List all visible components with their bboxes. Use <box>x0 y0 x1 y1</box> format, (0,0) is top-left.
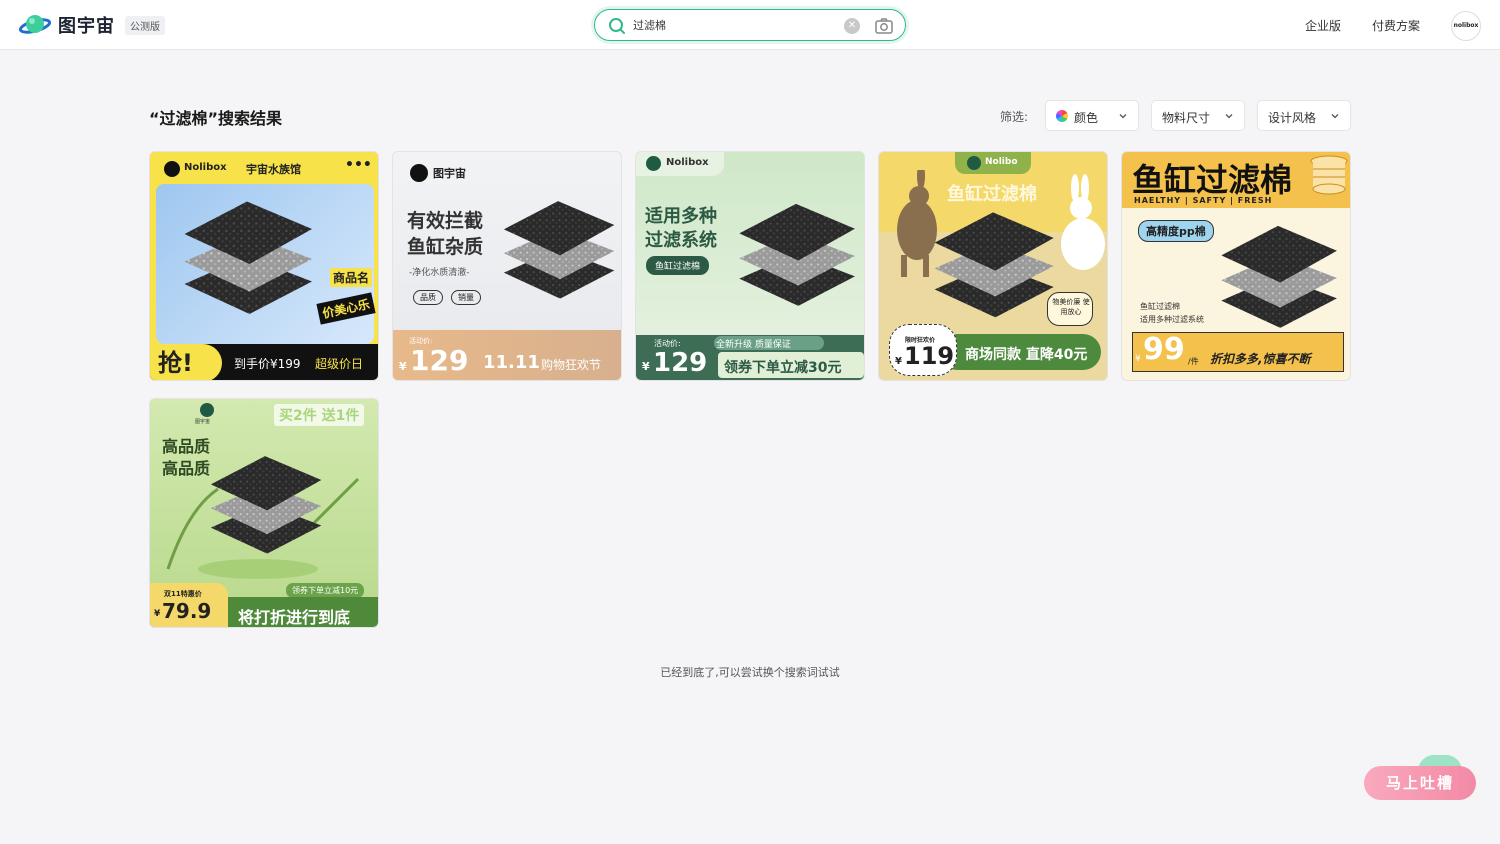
pill-label: 鱼缸过滤棉 <box>646 256 710 275</box>
end-of-results-text: 已经到底了,可以尝试换个搜索词试试 <box>660 666 840 679</box>
event-number: 11.11 <box>483 352 540 373</box>
price-line: 到手价¥199 <box>234 357 301 371</box>
search-input[interactable] <box>633 15 833 35</box>
sponge-image <box>923 196 1063 336</box>
headline-1: 适用多种 <box>645 206 717 227</box>
beta-badge: 公测版 <box>125 15 165 35</box>
desc-2: 适用多种过滤系统 <box>1140 315 1204 324</box>
planet-logo-icon <box>18 15 52 34</box>
nav-enterprise-link[interactable]: 企业版 <box>1305 17 1341 34</box>
banner-text: 全新升级 质量保证 <box>716 340 791 350</box>
avatar[interactable]: nolibox <box>1451 11 1481 41</box>
sponge-image <box>172 184 322 334</box>
price: 119 <box>904 342 955 370</box>
currency: ¥ <box>399 360 407 373</box>
sponge-image <box>200 441 330 571</box>
currency: ¥ <box>154 609 161 619</box>
promo-label: 双11特惠价 <box>164 590 202 598</box>
brand-logo-icon <box>200 403 214 417</box>
filter-cartridge-icon <box>1310 155 1348 195</box>
more-dots-icon: ••• <box>345 157 372 173</box>
top-header: 图宇宙 公测版 ✕ 企业版 付费方案 nolibox <box>0 0 1500 50</box>
chevron-down-icon <box>1225 114 1233 119</box>
template-card-3[interactable]: Nolibox 适用多种 过滤系统 鱼缸过滤棉 全新升级 质量保证 活动价: ¥… <box>635 151 865 381</box>
filter-color-dropdown[interactable]: 颜色 <box>1045 100 1139 131</box>
product-tag: 商品名 <box>330 268 373 287</box>
price: 79.9 <box>162 599 212 623</box>
brand-logo-icon <box>410 164 428 182</box>
grab-label: 抢! <box>150 344 222 380</box>
price: 129 <box>653 348 708 378</box>
sub-line: -净化水质清澈- <box>409 268 470 278</box>
currency: ¥ <box>895 356 902 367</box>
filter-style-label: 设计风格 <box>1268 111 1317 125</box>
filter-size-dropdown[interactable]: 物料尺寸 <box>1151 100 1245 131</box>
offer-badge: 买2件 送1件 <box>274 404 365 426</box>
color-wheel-icon <box>1056 110 1068 122</box>
coupon-text: 领券下单立减10元 <box>286 583 365 598</box>
strip-text: 商场同款 直降40元 <box>965 347 1088 363</box>
strip-text: 将打折进行到底 <box>238 608 351 627</box>
tag-quality: 品质 <box>413 290 443 305</box>
price: 129 <box>410 344 469 377</box>
super-day: 超级价日 <box>315 357 364 371</box>
filter-color-label: 颜色 <box>1074 111 1099 125</box>
headline: 鱼缸过滤棉 <box>1132 161 1293 199</box>
search-box[interactable]: ✕ <box>594 9 906 41</box>
brand-name: Nolibox <box>666 157 709 168</box>
sponge-image <box>1210 210 1346 346</box>
filter-size-label: 物料尺寸 <box>1162 111 1211 125</box>
search-icon <box>609 18 625 34</box>
coupon-text: 领券下单立减30元 <box>724 360 842 376</box>
brand-name: Nolibo <box>985 157 1018 167</box>
chevron-down-icon <box>1119 114 1127 119</box>
headline-2: 过滤系统 <box>645 230 717 251</box>
template-card-2[interactable]: 图宇宙 有效拦截 鱼缸杂质 -净化水质清澈- 品质 销量 活动价: ¥ 129 … <box>392 151 622 381</box>
shop-name: 宇宙水族馆 <box>246 163 301 176</box>
desc-1: 鱼缸过滤棉 <box>1140 302 1180 311</box>
page-title: “过滤棉”搜索结果 <box>149 109 283 128</box>
template-card-5[interactable]: 鱼缸过滤棉 HAELTHY | SAFTY | FRESH 高精度pp棉 鱼缸过… <box>1121 151 1351 381</box>
event-text: 购物狂欢节 <box>541 358 602 372</box>
nav-pricing-link[interactable]: 付费方案 <box>1372 17 1420 34</box>
headline-2: 鱼缸杂质 <box>407 236 484 258</box>
brand-name: 图宇宙 <box>433 167 466 180</box>
template-card-1[interactable]: Nolibox 宇宙水族馆 ••• 商品名 价美心乐 抢! 到手价¥199 超级… <box>149 151 379 381</box>
template-card-4[interactable]: Nolibo 鱼缸过滤棉 物美价廉 使用放心 商场同款 直降40元 限时狂欢价 … <box>878 151 1108 381</box>
brand-name: 图宇宙 <box>195 419 211 425</box>
filter-label: 筛选: <box>1000 110 1029 124</box>
brand-name: Nolibox <box>184 162 227 173</box>
unit: /件 <box>1188 357 1199 366</box>
price: 99 <box>1143 332 1185 367</box>
sponge-image <box>493 186 622 316</box>
brand-logo-icon <box>164 161 180 177</box>
brand-logo-icon <box>646 156 661 171</box>
camera-icon[interactable] <box>874 16 894 36</box>
logo-text: 图宇宙 <box>58 16 115 37</box>
headline-1: 有效拦截 <box>407 210 484 232</box>
filter-style-dropdown[interactable]: 设计风格 <box>1257 100 1351 131</box>
sponge-image <box>728 188 864 324</box>
currency: ¥ <box>642 360 650 373</box>
brand-logo-icon <box>967 156 981 170</box>
logo[interactable]: 图宇宙 公测版 <box>18 11 165 39</box>
feedback-button[interactable]: 马上吐槽 <box>1364 766 1476 800</box>
badge-text: 物美价廉 使用放心 <box>1052 298 1090 316</box>
clear-icon[interactable]: ✕ <box>844 18 860 34</box>
chevron-down-icon <box>1331 114 1339 119</box>
template-card-6[interactable]: 图宇宙 买2件 送1件 高品质 高品质 领券下单立减10元 双11特惠价 ¥ 7… <box>149 398 379 628</box>
currency: ¥ <box>1135 354 1141 364</box>
strip-text: 折扣多多,惊喜不断 <box>1210 352 1311 366</box>
pill-label: 高精度pp棉 <box>1138 220 1214 242</box>
tag-sales: 销量 <box>451 290 481 305</box>
subline: HAELTHY | SAFTY | FRESH <box>1134 196 1273 205</box>
